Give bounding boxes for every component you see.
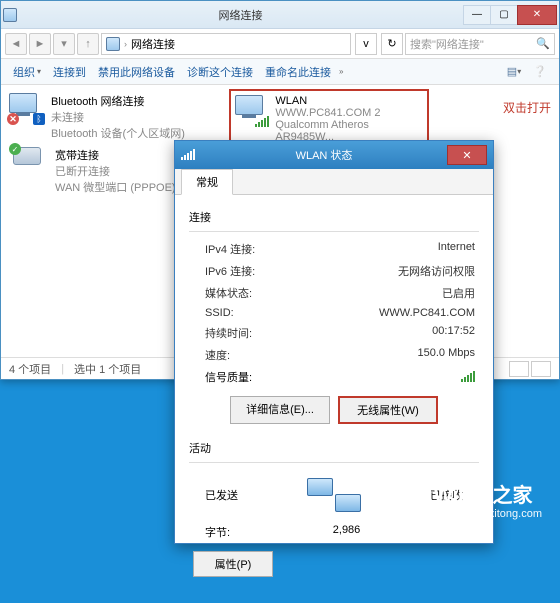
network-icon <box>3 8 17 22</box>
speed-label: 速度: <box>205 347 230 363</box>
maximize-button[interactable]: ▢ <box>490 5 518 25</box>
breadcrumb-icon <box>106 37 120 51</box>
breadcrumb[interactable]: › 网络连接 <box>101 33 351 55</box>
ipv6-label: IPv6 连接: <box>205 263 255 279</box>
minimize-button[interactable]: — <box>463 5 491 25</box>
address-dropdown[interactable]: v <box>355 33 377 55</box>
diagnose-button[interactable]: 诊断这个连接 <box>183 62 257 82</box>
connection-name: Bluetooth 网络连接 <box>51 93 185 109</box>
details-button[interactable]: 详细信息(E)... <box>230 396 330 424</box>
windows-logo-icon <box>380 476 426 522</box>
connection-name: WLAN <box>275 95 423 107</box>
group-activity-label: 活动 <box>189 440 479 456</box>
connection-name: 宽带连接 <box>55 147 176 163</box>
ssid-value: WWW.PC841.COM <box>379 307 475 319</box>
search-icon: 🔍 <box>536 37 550 50</box>
up-button[interactable]: ↑ <box>77 33 99 55</box>
group-connection-label: 连接 <box>189 209 479 225</box>
help-button[interactable]: ❔ <box>529 62 551 82</box>
connection-bluetooth[interactable]: ✕ ᛒ Bluetooth 网络连接 未连接 Bluetooth 设备(个人区域… <box>5 89 205 145</box>
duration-label: 持续时间: <box>205 325 252 341</box>
nav-bar: ◄ ► ▾ ↑ › 网络连接 v ↻ 搜索"网络连接" 🔍 <box>1 29 559 59</box>
chevron-right-icon: › <box>124 39 127 49</box>
bluetooth-connection-icon: ✕ ᛒ <box>9 93 45 123</box>
ssid-label: SSID: <box>205 307 234 319</box>
watermark-url: www.win10xitong.com <box>434 508 542 520</box>
selection-count: 选中 1 个项目 <box>74 361 141 377</box>
bytes-label: 字节: <box>205 524 230 540</box>
dialog-titlebar: WLAN 状态 ✕ <box>175 141 493 169</box>
search-placeholder: 搜索"网络连接" <box>410 36 484 52</box>
item-count: 4 个项目 <box>9 361 51 377</box>
ipv6-value: 无网络访问权限 <box>398 263 475 279</box>
connection-status: 未连接 <box>51 109 185 125</box>
dialog-body: 连接 IPv4 连接: Internet IPv6 连接: 无网络访问权限 媒体状态… <box>175 195 493 603</box>
watermark: Win10之家 www.win10xitong.com <box>380 476 542 522</box>
toolbar-overflow[interactable]: » <box>339 67 343 76</box>
back-button[interactable]: ◄ <box>5 33 27 55</box>
window-title: 网络连接 <box>17 7 464 23</box>
wlan-connection-icon <box>235 95 269 125</box>
organize-menu[interactable]: 组织▾ <box>9 62 45 82</box>
tab-strip: 常规 <box>175 169 493 195</box>
speed-value: 150.0 Mbps <box>418 347 475 363</box>
bytes-sent-value: 2,986 <box>333 524 361 540</box>
titlebar: 网络连接 — ▢ ✕ <box>1 1 559 29</box>
check-icon: ✓ <box>9 143 21 155</box>
history-dropdown[interactable]: ▾ <box>53 33 75 55</box>
tab-general[interactable]: 常规 <box>181 169 233 195</box>
connect-to-button[interactable]: 连接到 <box>49 62 90 82</box>
dialog-title: WLAN 状态 <box>201 147 447 163</box>
sent-label: 已发送 <box>205 487 238 503</box>
rename-button[interactable]: 重命名此连接 <box>261 62 335 82</box>
signal-quality-label: 信号质量: <box>205 369 252 385</box>
toolbar: 组织▾ 连接到 禁用此网络设备 诊断这个连接 重命名此连接 » ▤▾ ❔ <box>1 59 559 85</box>
dialog-close-button[interactable]: ✕ <box>447 145 487 165</box>
search-input[interactable]: 搜索"网络连接" 🔍 <box>405 33 555 55</box>
refresh-button[interactable]: ↻ <box>381 33 403 55</box>
window-controls: — ▢ ✕ <box>464 5 557 25</box>
ipv4-label: IPv4 连接: <box>205 241 255 257</box>
view-options-button[interactable]: ▤▾ <box>503 62 525 82</box>
close-button[interactable]: ✕ <box>517 5 557 25</box>
ipv4-value: Internet <box>438 241 475 257</box>
wifi-signal-icon <box>181 150 195 160</box>
disable-device-button[interactable]: 禁用此网络设备 <box>94 62 179 82</box>
duration-value: 00:17:52 <box>432 325 475 341</box>
wifi-signal-icon <box>255 117 269 127</box>
bluetooth-icon: ᛒ <box>33 113 45 125</box>
signal-quality-icon <box>461 372 475 382</box>
media-state-value: 已启用 <box>442 285 475 301</box>
connection-status: 已断开连接 <box>55 163 176 179</box>
annotation-text: 双击打开 <box>503 99 551 116</box>
properties-button[interactable]: 属性(P) <box>193 551 273 577</box>
disconnected-x-icon: ✕ <box>7 113 19 125</box>
connection-ssid: WWW.PC841.COM 2 <box>275 107 423 119</box>
view-icons-button[interactable] <box>531 361 551 377</box>
activity-icon <box>305 475 363 515</box>
watermark-brand: Win10之家 <box>434 479 542 508</box>
wireless-properties-button[interactable]: 无线属性(W) <box>338 396 438 424</box>
breadcrumb-text: 网络连接 <box>131 36 175 52</box>
media-state-label: 媒体状态: <box>205 285 252 301</box>
forward-button[interactable]: ► <box>29 33 51 55</box>
broadband-connection-icon: ✓ <box>13 147 49 173</box>
group-connection: IPv4 连接: Internet IPv6 连接: 无网络访问权限 媒体状态: 已启… <box>189 231 479 432</box>
view-details-button[interactable] <box>509 361 529 377</box>
connection-device: Bluetooth 设备(个人区域网) <box>51 125 185 141</box>
connection-device: WAN 微型端口 (PPPOE) <box>55 179 176 195</box>
